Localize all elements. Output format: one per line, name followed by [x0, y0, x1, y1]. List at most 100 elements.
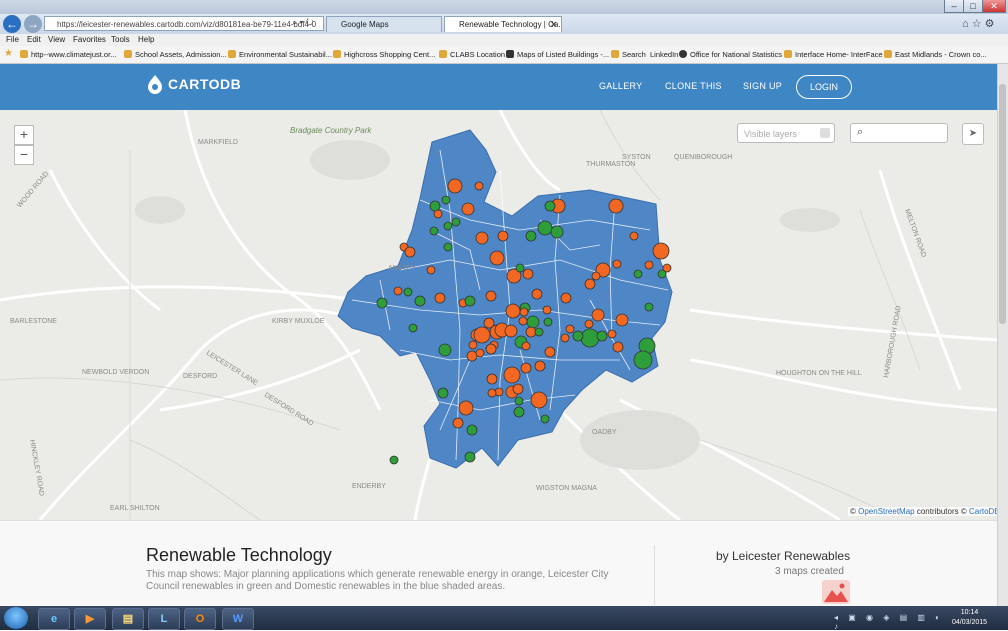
favorites-star-icon[interactable]: ★ — [4, 48, 13, 59]
planning-application-marker[interactable] — [393, 286, 403, 296]
nav-clone-this[interactable]: CLONE THIS — [665, 81, 722, 91]
planning-application-marker[interactable] — [474, 181, 484, 191]
share-button[interactable]: ➤ — [962, 123, 984, 145]
taskbar-media-icon[interactable]: ▶ — [74, 608, 106, 630]
back-icon[interactable]: ← — [3, 15, 21, 33]
favorite-link[interactable]: School Assets, Admission... — [124, 50, 227, 59]
planning-application-marker[interactable] — [504, 324, 518, 338]
minimize-button[interactable]: – — [944, 0, 964, 13]
planning-application-marker[interactable] — [433, 209, 443, 219]
planning-application-marker[interactable] — [652, 242, 670, 260]
planning-application-marker[interactable] — [644, 260, 654, 270]
favorite-link[interactable]: Interface Home- InterFace — [784, 50, 883, 59]
council-renewable-marker[interactable] — [441, 195, 451, 205]
council-renewable-marker[interactable] — [429, 226, 439, 236]
planning-application-marker[interactable] — [486, 373, 498, 385]
council-renewable-marker[interactable] — [443, 242, 453, 252]
planning-application-marker[interactable] — [466, 350, 478, 362]
taskbar-lync-icon[interactable]: L — [148, 608, 180, 630]
planning-application-marker[interactable] — [591, 271, 601, 281]
planning-application-marker[interactable] — [473, 326, 491, 344]
planning-application-marker[interactable] — [521, 341, 531, 351]
menu-favorites[interactable]: Favorites — [73, 35, 106, 44]
cartodb-logo[interactable]: CARTODB — [168, 76, 241, 92]
taskbar-outlook-icon[interactable]: O — [184, 608, 216, 630]
planning-application-marker[interactable] — [530, 391, 548, 409]
cartodb-link[interactable]: CartoDB — [969, 507, 1000, 516]
maximize-button[interactable]: □ — [963, 0, 983, 13]
planning-application-marker[interactable] — [447, 178, 463, 194]
author-byline[interactable]: by Leicester Renewables — [716, 549, 850, 563]
council-renewable-marker[interactable] — [438, 343, 452, 357]
planning-application-marker[interactable] — [560, 333, 570, 343]
planning-application-marker[interactable] — [542, 305, 552, 315]
favorite-link[interactable]: Maps of Listed Buildings -... — [506, 50, 609, 59]
planning-application-marker[interactable] — [565, 324, 575, 334]
nav-gallery[interactable]: GALLERY — [599, 81, 642, 91]
home-star-gear-icons[interactable]: ⌂ ☆ ⚙ — [962, 17, 994, 30]
council-renewable-marker[interactable] — [540, 414, 550, 424]
council-renewable-marker[interactable] — [657, 269, 667, 279]
favorite-link[interactable]: Environmental Sustainabil... — [228, 50, 332, 59]
menu-help[interactable]: Help — [138, 35, 154, 44]
menu-edit[interactable]: Edit — [27, 35, 41, 44]
council-renewable-marker[interactable] — [403, 287, 413, 297]
planning-application-marker[interactable] — [544, 346, 556, 358]
planning-application-marker[interactable] — [485, 343, 497, 355]
planning-application-marker[interactable] — [525, 326, 537, 338]
taskbar-explorer-icon[interactable]: ▤ — [112, 608, 144, 630]
planning-application-marker[interactable] — [461, 202, 475, 216]
council-renewable-marker[interactable] — [537, 220, 553, 236]
nav-sign-up[interactable]: SIGN UP — [743, 81, 782, 91]
planning-application-marker[interactable] — [522, 268, 534, 280]
favorite-link[interactable]: Highcross Shopping Cent... — [333, 50, 435, 59]
council-renewable-marker[interactable] — [633, 350, 653, 370]
council-renewable-marker[interactable] — [464, 295, 476, 307]
planning-application-marker[interactable] — [615, 313, 629, 327]
council-renewable-marker[interactable] — [572, 330, 584, 342]
zoom-in-button[interactable]: + — [14, 125, 34, 145]
planning-application-marker[interactable] — [612, 341, 624, 353]
planning-application-marker[interactable] — [518, 316, 528, 326]
planning-application-marker[interactable] — [487, 388, 497, 398]
favorite-link[interactable]: Office for National Statistics — [679, 50, 782, 59]
council-renewable-marker[interactable] — [466, 424, 478, 436]
council-renewable-marker[interactable] — [513, 406, 525, 418]
taskbar-clock[interactable]: 10:14 04/03/2015 — [952, 608, 987, 628]
planning-application-marker[interactable] — [629, 231, 639, 241]
council-renewable-marker[interactable] — [580, 328, 600, 348]
close-window-button[interactable]: ✕ — [982, 0, 1006, 13]
taskbar-ie-icon[interactable]: e — [38, 608, 70, 630]
planning-application-marker[interactable] — [475, 231, 489, 245]
council-renewable-marker[interactable] — [525, 230, 537, 242]
council-renewable-marker[interactable] — [543, 317, 553, 327]
planning-application-marker[interactable] — [489, 250, 505, 266]
forward-icon[interactable]: → — [24, 15, 42, 33]
tab-renewable-technology[interactable]: Renewable Technology | Ca... ✕ — [444, 16, 562, 32]
council-renewable-marker[interactable] — [644, 302, 654, 312]
menu-tools[interactable]: Tools — [111, 35, 130, 44]
map-search-input[interactable]: ⌕ — [850, 123, 948, 143]
planning-application-marker[interactable] — [607, 329, 617, 339]
menu-file[interactable]: File — [6, 35, 19, 44]
start-button[interactable] — [4, 607, 28, 629]
council-renewable-marker[interactable] — [550, 225, 564, 239]
council-renewable-marker[interactable] — [437, 387, 449, 399]
planning-application-marker[interactable] — [426, 265, 436, 275]
favorite-link[interactable]: CLABS Location — [439, 50, 505, 59]
planning-application-marker[interactable] — [503, 366, 521, 384]
council-renewable-marker[interactable] — [596, 330, 608, 342]
planning-application-marker[interactable] — [468, 340, 478, 350]
favorite-link[interactable]: LinkedIn — [650, 50, 678, 59]
council-renewable-marker[interactable] — [389, 455, 399, 465]
taskbar-word-icon[interactable]: W — [222, 608, 254, 630]
council-renewable-marker[interactable] — [526, 315, 540, 329]
planning-application-marker[interactable] — [497, 230, 509, 242]
council-renewable-marker[interactable] — [514, 396, 524, 406]
council-renewable-marker[interactable] — [534, 327, 544, 337]
council-renewable-marker[interactable] — [429, 200, 441, 212]
planning-application-marker[interactable] — [519, 307, 529, 317]
planning-application-marker[interactable] — [404, 246, 416, 258]
council-renewable-marker[interactable] — [515, 263, 525, 273]
tab-close-icon[interactable]: ✕ — [550, 17, 557, 32]
